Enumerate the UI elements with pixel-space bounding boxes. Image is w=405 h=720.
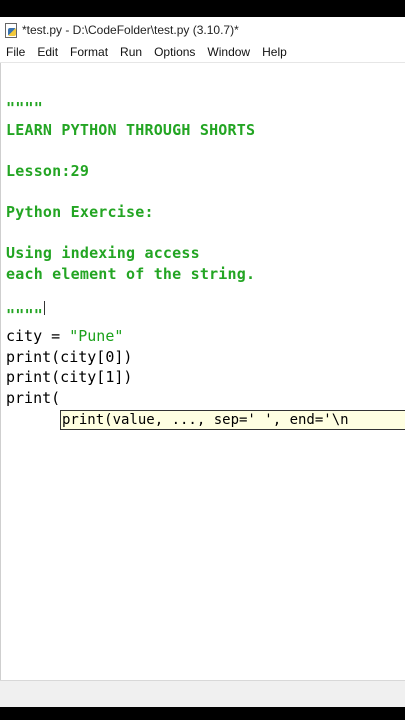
menu-file[interactable]: File xyxy=(0,45,31,59)
title-bar[interactable]: *test.py - D:\CodeFolder\test.py (3.10.7… xyxy=(0,17,405,42)
menu-run[interactable]: Run xyxy=(114,45,148,59)
docstring-open: """" xyxy=(6,99,43,117)
print-line-2: print(city[1]) xyxy=(6,368,133,386)
menu-edit[interactable]: Edit xyxy=(31,45,64,59)
string-literal: "Pune" xyxy=(69,327,124,345)
assignment-code: city = xyxy=(6,327,70,345)
menu-options[interactable]: Options xyxy=(148,45,201,59)
exercise-line: Python Exercise: xyxy=(6,203,154,221)
menu-help[interactable]: Help xyxy=(256,45,293,59)
assignment-line: city = "Pune" xyxy=(6,327,123,345)
window-title: *test.py - D:\CodeFolder\test.py (3.10.7… xyxy=(22,22,239,37)
print-line-1: print(city[0]) xyxy=(6,348,133,366)
idle-editor-window: *test.py - D:\CodeFolder\test.py (3.10.7… xyxy=(0,17,405,707)
menu-bar: File Edit Format Run Options Window Help xyxy=(0,42,405,63)
status-bar xyxy=(0,680,405,707)
text-cursor xyxy=(44,301,45,315)
print-line-3: print( xyxy=(6,389,61,407)
menu-format[interactable]: Format xyxy=(64,45,114,59)
menu-window[interactable]: Window xyxy=(201,45,256,59)
description-line-2: each element of the string. xyxy=(6,265,256,283)
python-file-icon xyxy=(4,22,18,38)
heading-line: LEARN PYTHON THROUGH SHORTS xyxy=(6,121,256,139)
code-editor[interactable]: """" LEARN PYTHON THROUGH SHORTS Lesson:… xyxy=(0,63,405,683)
lesson-line: Lesson:29 xyxy=(6,162,90,180)
calltip-tooltip: print(value, ..., sep=' ', end='\n xyxy=(60,410,405,430)
docstring-close: """" xyxy=(6,306,43,324)
description-line-1: Using indexing access xyxy=(6,244,200,262)
